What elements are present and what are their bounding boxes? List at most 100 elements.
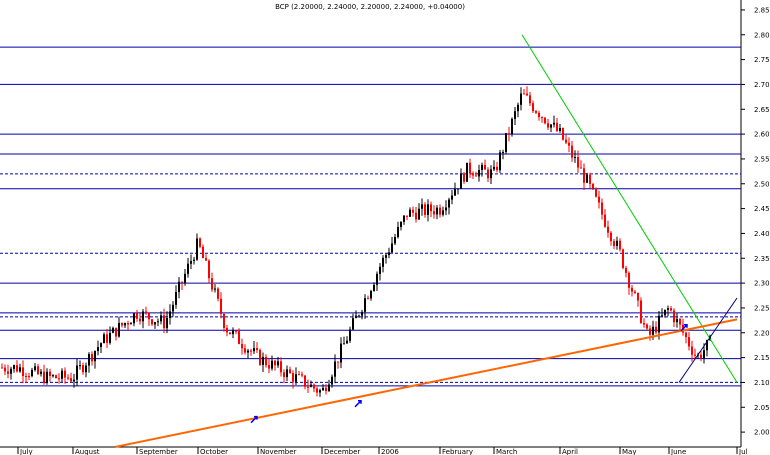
- candle-body-234: [703, 350, 705, 359]
- candle-body-197: [592, 183, 594, 189]
- candle-body-224: [673, 310, 675, 323]
- candle-body-31: [94, 351, 96, 362]
- candle-body-179: [538, 112, 540, 118]
- candle-body-87: [262, 356, 264, 365]
- candle-body-20: [61, 370, 63, 379]
- candle-body-91: [274, 360, 276, 366]
- y-tick-label-1: 2.05: [754, 404, 770, 412]
- candle-body-16: [49, 371, 51, 376]
- candle-body-172: [517, 104, 519, 112]
- candle-body-188: [565, 139, 567, 143]
- candle-body-142: [427, 204, 429, 215]
- candle-body-81: [244, 348, 246, 353]
- candle-body-112: [337, 361, 339, 363]
- candle-body-30: [91, 354, 93, 362]
- candle-body-132: [397, 226, 399, 238]
- candle-body-64: [193, 259, 195, 262]
- candle-body-36: [109, 332, 111, 343]
- candle-body-27: [82, 365, 84, 373]
- candle-body-34: [103, 334, 105, 344]
- candle-body-220: [661, 315, 663, 317]
- candle-body-50: [151, 319, 153, 325]
- candle-body-77: [232, 330, 234, 335]
- x-tick-label-8: March: [496, 448, 517, 455]
- candle-body-24: [73, 379, 75, 382]
- candle-body-89: [268, 365, 270, 369]
- candle-body-41: [124, 323, 126, 326]
- candle-body-28: [85, 365, 87, 373]
- candle-body-194: [583, 168, 585, 183]
- candle-body-51: [154, 322, 156, 325]
- candle-body-214: [643, 323, 645, 325]
- candle-body-40: [121, 322, 123, 326]
- candle-body-230: [691, 346, 693, 355]
- candle-body-71: [214, 288, 216, 290]
- candle-body-70: [211, 278, 213, 290]
- candle-body-135: [406, 215, 408, 217]
- candle-body-0: [1, 367, 3, 369]
- candle-body-84: [253, 348, 255, 352]
- candle-body-57: [172, 304, 174, 312]
- candle-body-215: [646, 324, 648, 329]
- x-tick-label-5: December: [324, 448, 360, 455]
- candle-body-212: [637, 292, 639, 301]
- candle-body-39: [118, 322, 120, 337]
- candle-body-102: [307, 386, 309, 388]
- candle-body-191: [574, 156, 576, 158]
- stock-chart: BCP (2.20000, 2.24000, 2.20000, 2.24000,…: [0, 0, 770, 455]
- horizontal-levels: [0, 46, 741, 387]
- x-tick-label-10: May: [622, 448, 636, 455]
- candle-body-73: [220, 298, 222, 314]
- candle-body-161: [484, 164, 486, 170]
- candle-body-146: [439, 207, 441, 215]
- x-tick-label-12: Jul: [738, 448, 748, 455]
- candle-body-26: [79, 365, 81, 367]
- candle-body-155: [466, 162, 468, 182]
- candle-body-118: [355, 315, 357, 319]
- candle-body-134: [403, 215, 405, 222]
- x-tick-label-2: September: [139, 448, 178, 455]
- candle-body-75: [226, 327, 228, 333]
- candle-body-199: [598, 196, 600, 203]
- x-tick-label-6: 2006: [381, 448, 399, 455]
- candle-body-66: [199, 238, 201, 247]
- candle-body-21: [64, 370, 66, 378]
- candle-body-45: [136, 313, 138, 319]
- candle-body-33: [100, 343, 102, 348]
- candle-body-55: [166, 318, 168, 329]
- x-tick-label-7: February: [442, 448, 473, 455]
- candle-body-206: [619, 240, 621, 250]
- candle-body-128: [385, 255, 387, 258]
- candle-body-157: [472, 173, 474, 176]
- candle-body-11: [34, 366, 36, 370]
- candle-body-231: [694, 354, 696, 356]
- candle-body-208: [625, 267, 627, 273]
- candle-body-201: [604, 214, 606, 227]
- candle-body-25: [76, 365, 78, 380]
- candle-body-189: [568, 142, 570, 146]
- candle-body-109: [328, 384, 330, 392]
- y-tick-label-4: 2.20: [754, 329, 770, 337]
- candle-body-69: [208, 260, 210, 279]
- candle-body-105: [316, 388, 318, 393]
- candle-body-210: [631, 287, 633, 292]
- candle-body-136: [409, 209, 411, 217]
- candle-body-195: [586, 174, 588, 183]
- candle-body-156: [469, 162, 471, 174]
- candle-body-49: [148, 312, 150, 320]
- candle-body-53: [160, 315, 162, 322]
- y-tick-label-5: 2.25: [754, 304, 770, 312]
- candle-body-218: [655, 326, 657, 333]
- candle-body-159: [478, 170, 480, 177]
- candle-body-29: [88, 354, 90, 366]
- y-tick-label-10: 2.50: [754, 180, 770, 188]
- candle-body-127: [382, 257, 384, 267]
- candle-body-160: [481, 164, 483, 171]
- candle-body-175: [526, 93, 528, 96]
- candle-body-190: [571, 145, 573, 158]
- candle-body-193: [580, 167, 582, 169]
- candle-body-233: [700, 354, 702, 359]
- candle-body-204: [613, 241, 615, 246]
- candle-body-2: [7, 371, 9, 374]
- candle-body-130: [391, 243, 393, 253]
